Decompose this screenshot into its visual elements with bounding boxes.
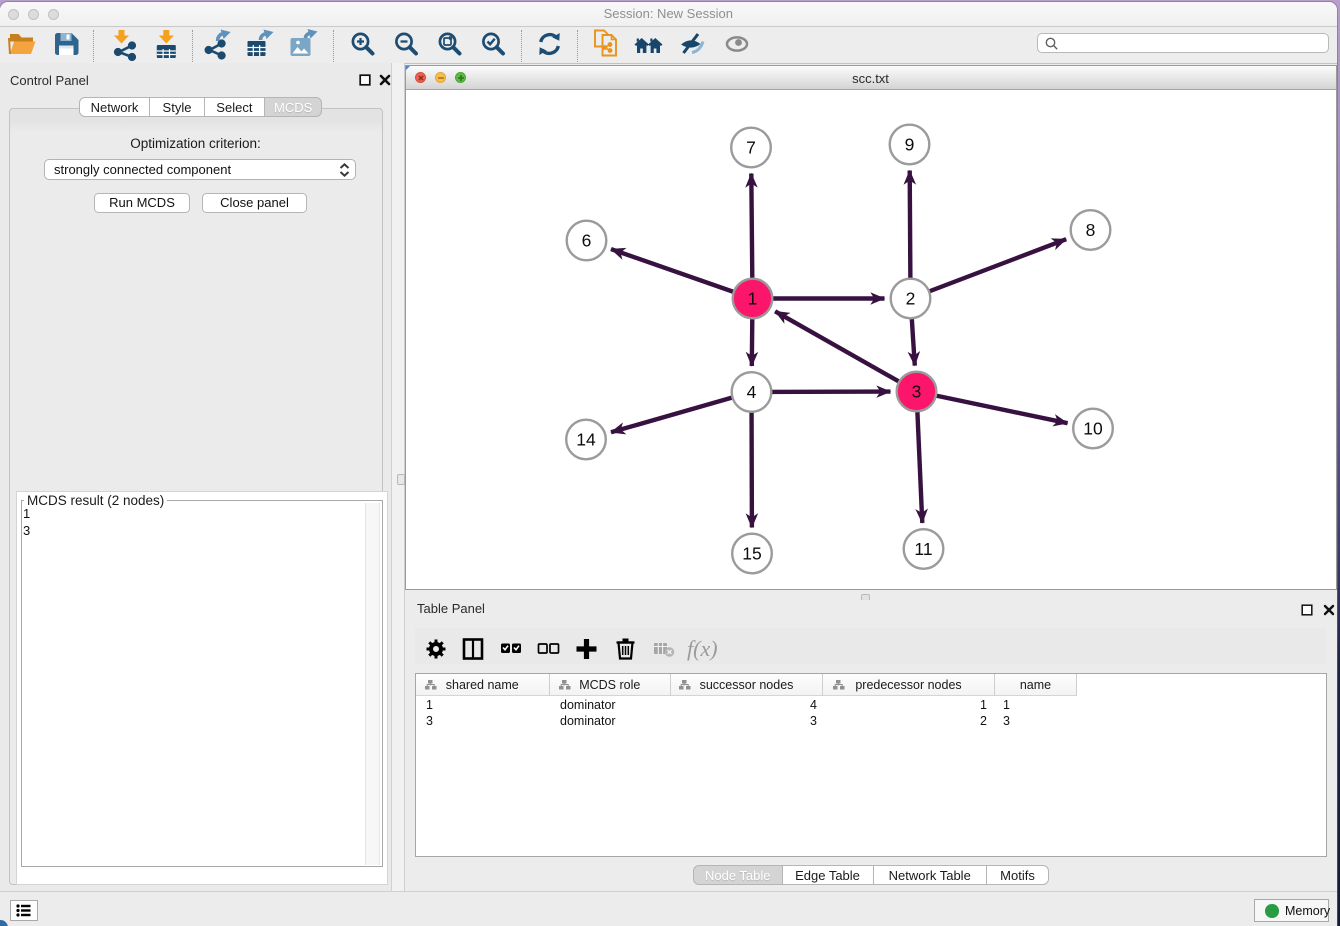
svg-text:14: 14 bbox=[576, 429, 596, 449]
svg-text:3: 3 bbox=[911, 381, 921, 401]
svg-text:2: 2 bbox=[905, 288, 915, 308]
svg-text:1: 1 bbox=[747, 288, 757, 308]
svg-text:6: 6 bbox=[581, 230, 591, 250]
svg-text:7: 7 bbox=[746, 137, 756, 157]
svg-text:9: 9 bbox=[904, 134, 914, 154]
svg-text:15: 15 bbox=[742, 543, 761, 563]
svg-text:f(x): f(x) bbox=[687, 636, 718, 661]
svg-text:10: 10 bbox=[1083, 418, 1103, 438]
svg-text:8: 8 bbox=[1085, 220, 1095, 240]
svg-text:11: 11 bbox=[914, 539, 932, 559]
svg-text:4: 4 bbox=[746, 382, 756, 402]
